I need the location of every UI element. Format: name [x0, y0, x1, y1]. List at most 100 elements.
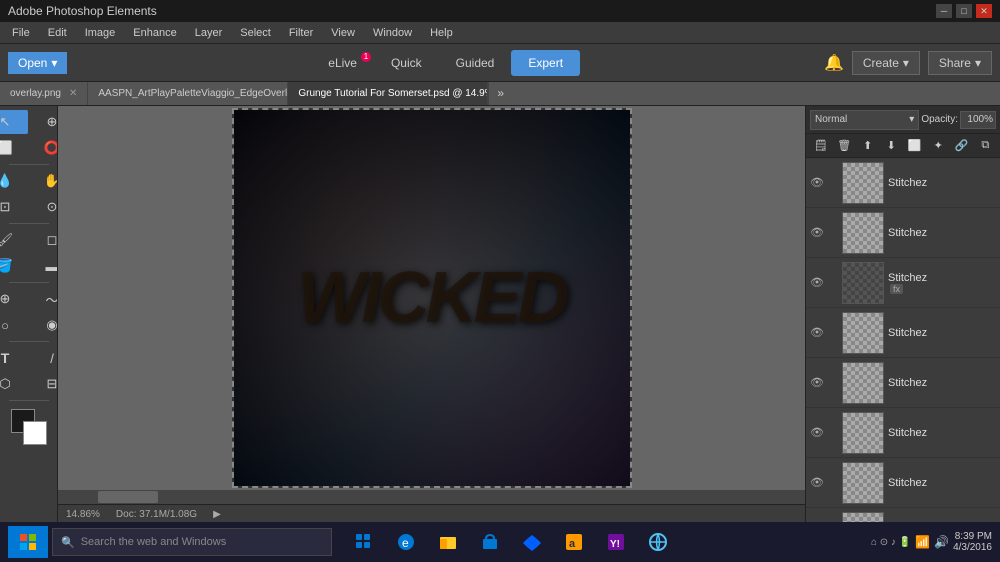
- tab-guided[interactable]: Guided: [439, 50, 512, 76]
- network-icon[interactable]: 📶: [915, 535, 930, 549]
- text-tool[interactable]: T: [0, 346, 28, 370]
- rectangular-marquee-tool[interactable]: ⬜: [0, 136, 28, 160]
- create-button[interactable]: Create ▾: [852, 51, 920, 75]
- scroll-thumb-x[interactable]: [98, 491, 158, 503]
- layer-merge-button[interactable]: ⧉: [975, 136, 997, 156]
- tool-group-text: T /: [0, 346, 58, 370]
- crop-tool[interactable]: ⊡: [0, 195, 28, 219]
- menu-edit[interactable]: Edit: [40, 25, 75, 41]
- menu-file[interactable]: File: [4, 25, 38, 41]
- horizontal-scrollbar[interactable]: [58, 490, 805, 504]
- close-button[interactable]: ✕: [976, 4, 992, 18]
- layer-name: Stitchez: [888, 177, 996, 189]
- share-button[interactable]: Share ▾: [928, 51, 992, 75]
- delete-layer-button[interactable]: 🗑: [834, 136, 856, 156]
- layer-visibility-icon[interactable]: 👁: [810, 376, 824, 389]
- svg-text:a: a: [569, 538, 576, 550]
- layer-link-button[interactable]: 🔗: [951, 136, 973, 156]
- burn-tool[interactable]: ◉: [29, 313, 58, 337]
- line-tool[interactable]: /: [29, 346, 58, 370]
- eyedropper-tool[interactable]: 💧: [0, 169, 28, 193]
- layer-visibility-icon[interactable]: 👁: [810, 276, 824, 289]
- edge-icon[interactable]: e: [386, 526, 426, 558]
- gradient-tool[interactable]: ▬: [29, 254, 58, 278]
- tool-group-select: ⬜ ⭕: [0, 136, 58, 160]
- spot-heal-tool[interactable]: ⊙: [29, 195, 58, 219]
- background-color[interactable]: [23, 421, 47, 445]
- canvas-container[interactable]: WICKED: [58, 106, 805, 490]
- start-button[interactable]: [8, 526, 48, 558]
- menu-select[interactable]: Select: [232, 25, 279, 41]
- clone-stamp-tool[interactable]: ⊕: [0, 287, 28, 311]
- brush-tool[interactable]: 🖌: [0, 228, 28, 252]
- new-layer-button[interactable]: 🗒: [810, 136, 832, 156]
- system-tray: ⌂ ⊙ ♪ 🔋 📶 🔊 8:39 PM 4/3/2016: [871, 531, 992, 553]
- tab-elive[interactable]: eLive 1: [311, 50, 374, 76]
- layer-mask-button[interactable]: ⬜: [904, 136, 926, 156]
- progress-arrow: ▶: [213, 509, 221, 520]
- menu-image[interactable]: Image: [77, 25, 124, 41]
- opacity-input[interactable]: [960, 111, 996, 129]
- paint-bucket-tool[interactable]: 🪣: [0, 254, 28, 278]
- transform-tool[interactable]: ⊟: [29, 372, 58, 396]
- elive-badge: 1: [361, 52, 371, 62]
- tab-expert[interactable]: Expert: [511, 50, 580, 76]
- task-view-icon[interactable]: [344, 526, 384, 558]
- layer-visibility-icon[interactable]: 👁: [810, 176, 824, 189]
- more-tabs-button[interactable]: »: [488, 82, 512, 105]
- tool-separator-5: [9, 400, 49, 401]
- lasso-tool[interactable]: ⭕: [29, 136, 58, 160]
- dropbox-icon[interactable]: [512, 526, 552, 558]
- file-tab-3[interactable]: Grunge Tutorial For Somerset.psd @ 14.9%…: [288, 82, 488, 105]
- dodge-tool[interactable]: ○: [0, 313, 28, 337]
- menu-filter[interactable]: Filter: [281, 25, 321, 41]
- tab-quick[interactable]: Quick: [374, 50, 439, 76]
- hand-tool[interactable]: ✋: [29, 169, 58, 193]
- amazon-icon[interactable]: a: [554, 526, 594, 558]
- layer-down-button[interactable]: ⬇: [881, 136, 903, 156]
- layer-row[interactable]: 👁 Stitchez fx: [806, 258, 1000, 308]
- blend-mode-select[interactable]: Normal ▾: [810, 110, 919, 130]
- layer-visibility-icon[interactable]: 👁: [810, 326, 824, 339]
- internet-icon[interactable]: [638, 526, 678, 558]
- file-tab-1[interactable]: overlay.png ✕: [0, 82, 88, 105]
- menu-help[interactable]: Help: [422, 25, 461, 41]
- open-button[interactable]: Open ▾: [8, 52, 67, 74]
- layer-row[interactable]: 👁 Stitchez: [806, 158, 1000, 208]
- menu-window[interactable]: Window: [365, 25, 420, 41]
- svg-text:e: e: [402, 536, 409, 550]
- layer-row[interactable]: 👁 Stitchez: [806, 408, 1000, 458]
- adjustment-layer-button[interactable]: ✦: [928, 136, 950, 156]
- system-clock: 8:39 PM 4/3/2016: [953, 531, 992, 553]
- layer-row[interactable]: 👁 Stitchez: [806, 208, 1000, 258]
- yahoo-icon[interactable]: Y!: [596, 526, 636, 558]
- opacity-section: Opacity:: [921, 111, 996, 129]
- close-tab-1[interactable]: ✕: [69, 88, 77, 99]
- maximize-button[interactable]: □: [956, 4, 972, 18]
- file-explorer-icon[interactable]: [428, 526, 468, 558]
- eraser-tool[interactable]: ◻: [29, 228, 58, 252]
- file-tab-2[interactable]: AASPN_ArtPlayPaletteViaggio_EdgeOverlay.…: [88, 82, 288, 105]
- menu-layer[interactable]: Layer: [187, 25, 231, 41]
- zoom-tool[interactable]: ⊕: [29, 110, 58, 134]
- layer-thumbnail: [842, 262, 884, 304]
- volume-icon[interactable]: 🔊: [934, 535, 949, 549]
- menu-enhance[interactable]: Enhance: [125, 25, 184, 41]
- store-icon[interactable]: [470, 526, 510, 558]
- notifications-icon[interactable]: 🔔: [824, 53, 844, 73]
- layer-visibility-icon[interactable]: 👁: [810, 476, 824, 489]
- move-tool[interactable]: ↖: [0, 110, 28, 134]
- layer-row[interactable]: 👁 Stitchez: [806, 358, 1000, 408]
- layer-visibility-icon[interactable]: 👁: [810, 226, 824, 239]
- layer-row[interactable]: 👁 Stitchez: [806, 458, 1000, 508]
- minimize-button[interactable]: ─: [936, 4, 952, 18]
- taskbar-search[interactable]: 🔍 Search the web and Windows: [52, 528, 332, 556]
- menu-view[interactable]: View: [323, 25, 363, 41]
- layer-visibility-icon[interactable]: 👁: [810, 426, 824, 439]
- layer-up-button[interactable]: ⬆: [857, 136, 879, 156]
- layer-row[interactable]: 👁 Stitchez: [806, 308, 1000, 358]
- smudge-tool[interactable]: 〜: [29, 287, 58, 311]
- right-panel: Normal ▾ Opacity: 🗒 🗑 ⬆ ⬇ ⬜ ✦ 🔗 ⧉ 👁: [805, 106, 1000, 524]
- shape-tool[interactable]: ⬡: [0, 372, 28, 396]
- layer-name: Stitchez: [888, 477, 996, 489]
